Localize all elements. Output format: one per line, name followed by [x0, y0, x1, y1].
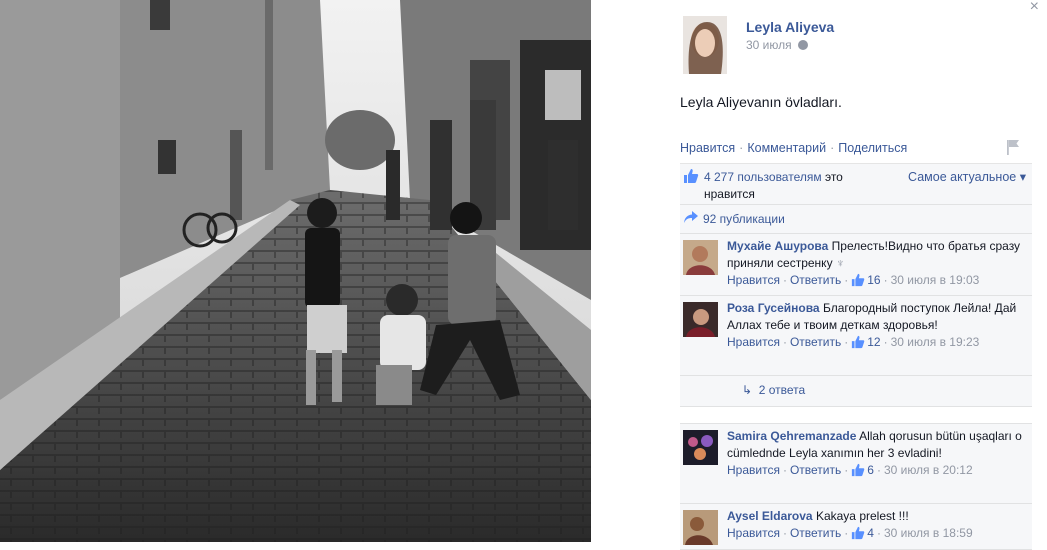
comment-like-count[interactable]: 4 — [867, 526, 874, 540]
comment-meta: Нравится · Ответить · 16 · 30 июля в 19:03 — [727, 273, 980, 287]
comment-text: Kakaya prelest !!! — [815, 509, 909, 523]
globe-icon — [797, 40, 808, 50]
post-date[interactable]: 30 июля — [746, 38, 808, 52]
comment-time[interactable]: 30 июля в 19:03 — [891, 273, 980, 287]
comment-like-link[interactable]: Нравится — [727, 273, 780, 287]
like-thumb-icon — [852, 273, 865, 287]
commenter-avatar[interactable] — [683, 302, 718, 337]
commenter-avatar[interactable] — [683, 430, 718, 465]
comment-reply-link[interactable]: Ответить — [790, 273, 841, 287]
comment-time[interactable]: 30 июля в 20:12 — [884, 463, 973, 477]
comment-meta: Нравится · Ответить · 12 · 30 июля в 19:23 — [727, 335, 980, 349]
emoticon-icon: ♆ — [832, 256, 845, 270]
separator: · — [739, 141, 744, 155]
replies-row: ↳ 2 ответа — [680, 376, 1032, 407]
shares-summary: 92 публикации — [680, 205, 1032, 234]
comment-body: Роза Гусейнова Благородный поступок Лейл… — [727, 296, 1032, 355]
commenter-avatar[interactable] — [683, 510, 718, 545]
like-thumb-icon — [852, 335, 865, 349]
share-link[interactable]: Поделиться — [838, 141, 907, 155]
comment-like-count[interactable]: 16 — [867, 273, 880, 287]
sort-label[interactable]: Самое актуальное — [908, 170, 1016, 184]
comment-item: Aysel Eldarova Kakaya prelest !!! Нравит… — [680, 504, 1032, 550]
divider — [680, 407, 1032, 424]
comment-like-link[interactable]: Нравится — [727, 335, 780, 349]
feedback-box: 4 277 пользователям это нравится Самое а… — [680, 163, 1032, 550]
view-replies-link[interactable]: ↳ 2 ответа — [742, 383, 805, 397]
comment-reply-link[interactable]: Ответить — [790, 526, 841, 540]
commenter-name[interactable]: Aysel Eldarova — [727, 509, 813, 523]
commenter-name[interactable]: Samira Qehremanzade — [727, 429, 856, 443]
comment-like-link[interactable]: Нравится — [727, 463, 780, 477]
commenter-name[interactable]: Мухайе Ашурова — [727, 239, 828, 253]
likes-text: 4 277 пользователям это нравится — [704, 169, 874, 203]
sort-dropdown[interactable]: Самое актуальное ▾ — [908, 169, 1026, 184]
author-avatar[interactable] — [683, 16, 727, 74]
likes-count-link[interactable]: 4 277 пользователям — [704, 170, 822, 184]
post-actions: Нравится · Комментарий · Поделиться — [680, 141, 907, 155]
comment-meta: Нравится · Ответить · 6 · 30 июля в 20:12 — [727, 463, 973, 477]
comment-link[interactable]: Комментарий — [747, 141, 826, 155]
shares-link[interactable]: 92 публикации — [703, 212, 785, 226]
replies-count[interactable]: 2 ответа — [759, 383, 805, 397]
likes-summary: 4 277 пользователям это нравится Самое а… — [680, 164, 1032, 205]
comment-like-count[interactable]: 12 — [867, 335, 880, 349]
author-name[interactable]: Leyla Aliyeva — [746, 19, 834, 35]
comment-time[interactable]: 30 июля в 19:23 — [891, 335, 980, 349]
commenter-avatar[interactable] — [683, 240, 718, 275]
share-arrow-icon — [684, 211, 698, 223]
flag-icon[interactable] — [1006, 139, 1020, 155]
comment-item: Мухайе Ашурова Прелесть!Видно что братья… — [680, 234, 1032, 296]
comment-item: Роза Гусейнова Благородный поступок Лейл… — [680, 296, 1032, 376]
street-photo-illustration — [0, 0, 591, 542]
post-photo[interactable] — [0, 0, 591, 542]
like-thumb-icon — [684, 169, 699, 183]
comment-reply-link[interactable]: Ответить — [790, 463, 841, 477]
comment-item: Samira Qehremanzade Allah qorusun bütün … — [680, 424, 1032, 504]
separator: · — [830, 141, 835, 155]
like-thumb-icon — [852, 463, 865, 477]
like-thumb-icon — [852, 526, 865, 540]
chevron-down-icon: ▾ — [1019, 170, 1026, 184]
close-icon[interactable]: × — [1030, 0, 1039, 16]
like-link[interactable]: Нравится — [680, 141, 735, 155]
comment-like-count[interactable]: 6 — [867, 463, 874, 477]
post-date-text[interactable]: 30 июля — [746, 38, 792, 52]
post-text: Leyla Aliyevanın övladları. — [680, 94, 842, 110]
comment-like-link[interactable]: Нравится — [727, 526, 780, 540]
comments-panel: × Leyla Aliyeva 30 июля Leyla Aliyevanın… — [591, 0, 1047, 550]
comment-time[interactable]: 30 июля в 18:59 — [884, 526, 973, 540]
comment-reply-link[interactable]: Ответить — [790, 335, 841, 349]
reply-arrow-icon: ↳ — [742, 383, 753, 397]
comment-body: Мухайе Ашурова Прелесть!Видно что братья… — [727, 234, 1032, 293]
comment-body: Aysel Eldarova Kakaya prelest !!! Нравит… — [727, 504, 1032, 546]
comment-meta: Нравится · Ответить · 4 · 30 июля в 18:59 — [727, 526, 973, 540]
commenter-name[interactable]: Роза Гусейнова — [727, 301, 820, 315]
comment-body: Samira Qehremanzade Allah qorusun bütün … — [727, 424, 1032, 483]
